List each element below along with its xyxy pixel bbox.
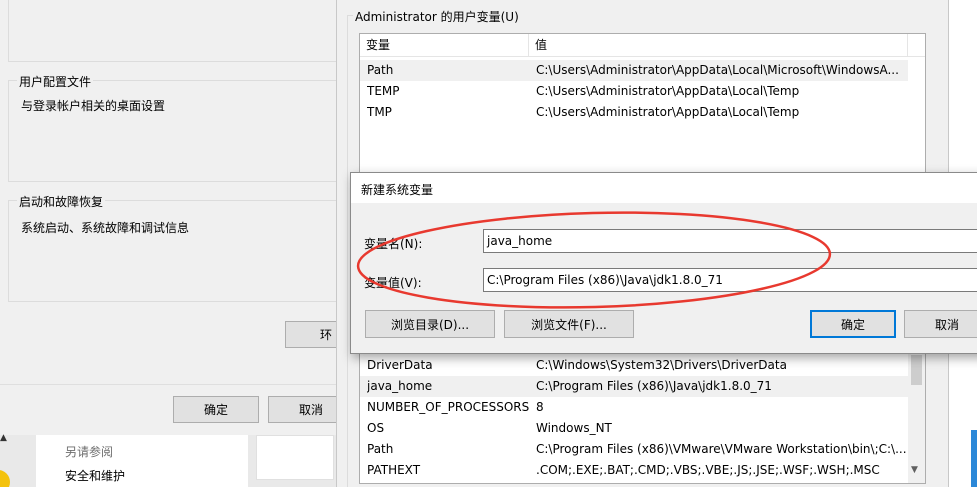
variable-value: C:\Users\Administrator\AppData\Local\Tem… [536,84,800,98]
dialog-titlebar[interactable]: 新建系统变量 [351,173,977,203]
browse-file-button[interactable]: 浏览文件(F)... [504,310,634,338]
taskbar-edge [971,430,977,487]
table-row[interactable]: TEMP C:\Users\Administrator\AppData\Loca… [360,81,908,102]
dialog-ok-label: 确定 [840,317,865,332]
browse-directory-label: 浏览目录(D)... [390,317,470,332]
dialog-cancel-button[interactable]: 取消 [904,310,977,338]
system-variables-scrollbar[interactable]: ▼ [908,351,925,483]
variable-value: C:\Program Files (x86)\Java\jdk1.8.0_71 [536,379,772,393]
variable-name: DriverData [367,358,433,372]
scroll-down-icon[interactable]: ▼ [911,465,918,475]
variable-name: OS [367,421,385,435]
table-row[interactable]: DriverData C:\Windows\System32\Drivers\D… [360,355,908,376]
table-row[interactable]: Path C:\Users\Administrator\AppData\Loca… [360,60,908,81]
top-group-box [8,0,338,62]
variable-value: .COM;.EXE;.BAT;.CMD;.VBS;.VBE;.JS;.JSE;.… [536,463,880,477]
sysprops-cancel-label: 取消 [298,403,323,417]
variable-value: C:\Program Files (x86)\VMware\VMware Wor… [536,442,906,456]
variable-name-input[interactable]: java_home [483,229,977,253]
dialog-ok-button[interactable]: 确定 [810,310,896,338]
variable-name: PATHEXT [367,463,421,477]
browse-file-label: 浏览文件(F)... [531,317,607,332]
table-row[interactable]: Path C:\Program Files (x86)\VMware\VMwar… [360,439,908,460]
variable-value-input[interactable]: C:\Program Files (x86)\Java\jdk1.8.0_71 [483,268,977,292]
variable-value: C:\Users\Administrator\AppData\Local\Tem… [536,105,800,119]
variable-name-label: 变量名(N): [364,237,423,251]
variable-value: 8 [536,400,544,414]
table-row[interactable]: java_home C:\Program Files (x86)\Java\jd… [360,376,908,397]
arrow-icon: ▲ [0,433,7,443]
variable-value: Windows_NT [536,421,612,435]
browse-directory-button[interactable]: 浏览目录(D)... [365,310,495,338]
user-profiles-group: 用户配置文件 与登录帐户相关的桌面设置 [8,73,338,182]
see-also-heading: 另请参阅 [65,445,114,459]
value-column-header[interactable]: 值 [529,34,908,57]
sysprops-ok-button[interactable]: 确定 [173,396,259,423]
dialog-title: 新建系统变量 [361,183,434,197]
variable-name: NUMBER_OF_PROCESSORS [367,400,530,414]
dialog-cancel-label: 取消 [934,317,959,332]
variable-name: TMP [367,105,392,119]
variable-value: C:\Users\Administrator\AppData\Local\Mic… [536,63,899,77]
new-system-variable-dialog: 新建系统变量 变量名(N): java_home 变量值(V): C:\Prog… [350,172,977,354]
variable-name: TEMP [367,84,400,98]
startup-recovery-group: 启动和故障恢复 系统启动、系统故障和调试信息 [8,193,338,302]
variable-name: Path [367,63,394,77]
table-row[interactable]: TMP C:\Users\Administrator\AppData\Local… [360,102,908,123]
scrollbar-thumb[interactable] [911,355,922,385]
user-profiles-title: 用户配置文件 [17,73,94,90]
variable-name: Path [367,442,394,456]
system-properties-window: 用户配置文件 与登录帐户相关的桌面设置 启动和故障恢复 系统启动、系统故障和调试… [0,0,354,435]
variable-value: C:\Windows\System32\Drivers\DriverData [536,358,787,372]
user-variables-header: 变量 值 [360,34,925,57]
variable-value-label: 变量值(V): [364,276,422,290]
security-maintenance-link[interactable]: 安全和维护 [65,467,125,484]
user-profiles-description: 与登录帐户相关的桌面设置 [21,99,166,113]
variable-name-input-value: java_home [487,234,553,248]
sysprops-ok-label: 确定 [203,403,228,417]
control-panel-content [256,435,334,480]
variable-value-input-value: C:\Program Files (x86)\Java\jdk1.8.0_71 [487,273,723,287]
variable-column-header[interactable]: 变量 [360,34,529,57]
control-panel-sidebar: 另请参阅 安全和维护 [36,435,248,487]
table-row[interactable]: NUMBER_OF_PROCESSORS 8 [360,397,908,418]
startup-recovery-title: 启动和故障恢复 [17,193,106,210]
user-variables-list[interactable]: 变量 值 Path C:\Users\Administrator\AppData… [359,33,926,173]
environment-variables-button-label: 环 [320,328,333,342]
system-variables-list[interactable]: DriverData C:\Windows\System32\Drivers\D… [359,350,926,484]
variable-name: java_home [367,379,433,393]
table-row[interactable]: OS Windows_NT [360,418,908,439]
startup-recovery-description: 系统启动、系统故障和调试信息 [21,221,190,235]
table-row[interactable]: PATHEXT .COM;.EXE;.BAT;.CMD;.VBS;.VBE;.J… [360,460,908,481]
